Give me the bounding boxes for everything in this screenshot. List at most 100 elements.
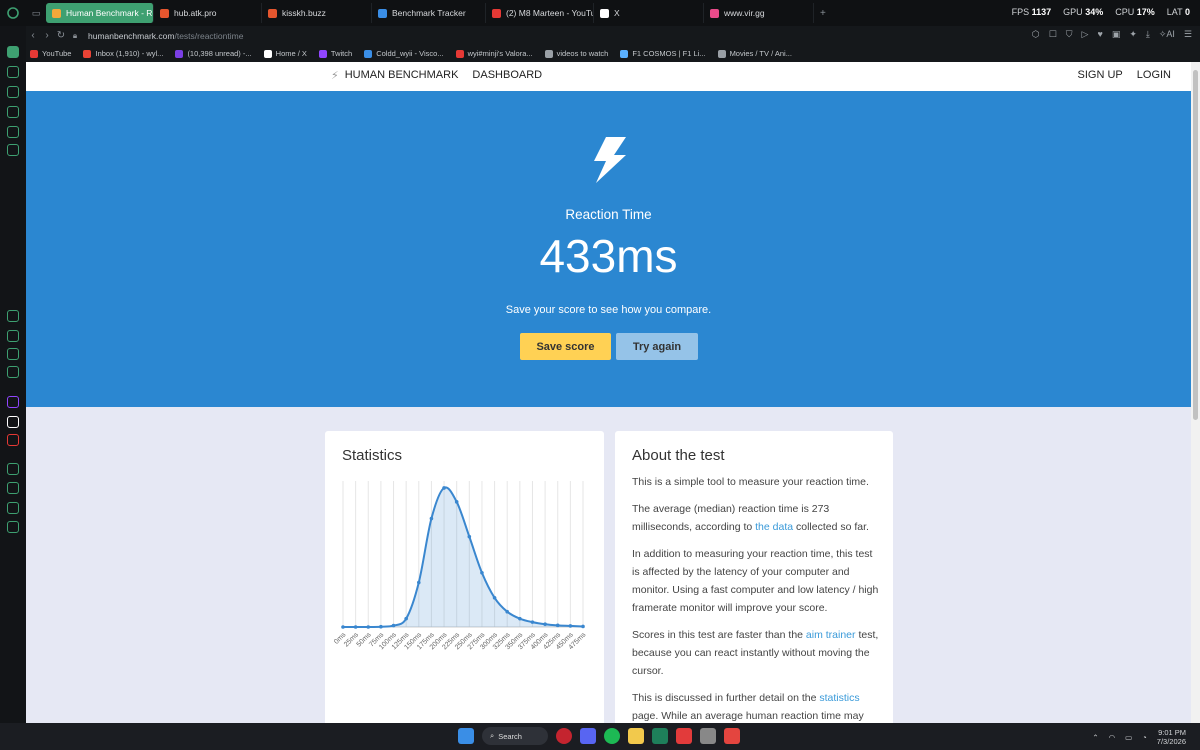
spotify-icon[interactable] <box>604 728 620 744</box>
discord-icon[interactable] <box>580 728 596 744</box>
about-paragraph: This is discussed in further detail on t… <box>632 692 864 722</box>
chevron-up-icon[interactable]: ⌃ <box>1092 733 1098 742</box>
sidebar-youtube-icon[interactable] <box>7 434 19 446</box>
tab-list: Human Benchmark - Reactio hub.atk.pro kiss… <box>46 3 814 23</box>
statistics-link[interactable]: statistics <box>819 692 859 704</box>
forward-icon[interactable]: › <box>40 30 54 41</box>
browser-tab[interactable]: (2) M8 Marteen - YouTube <box>486 3 594 23</box>
bookmark-favicon-icon <box>364 49 373 58</box>
about-card: About the test This is a simple tool to … <box>615 431 893 723</box>
download-icon[interactable]: ⤓ <box>1146 29 1150 40</box>
extensions-icon[interactable]: ✦ <box>1129 29 1137 40</box>
aim-trainer-link[interactable]: aim trainer <box>806 629 856 641</box>
lock-icon[interactable]: 🔒︎ <box>68 31 82 41</box>
heart-icon[interactable]: ♥ <box>1097 29 1102 40</box>
scrollbar-thumb[interactable] <box>1193 70 1198 420</box>
file-explorer-icon[interactable] <box>628 728 644 744</box>
url-field[interactable]: humanbenchmark.com/tests/reactiontime <box>88 31 243 41</box>
the-data-link[interactable]: the data <box>755 521 793 533</box>
statistics-card: Statistics 0ms 25ms 50ms 75ms 100ms 125ms 150m… <box>325 431 604 723</box>
save-score-button[interactable]: Save score <box>520 333 611 360</box>
opera-gx-taskbar-icon[interactable] <box>556 728 572 744</box>
bookmark-item[interactable]: Movies / TV / Ani... <box>717 49 792 58</box>
sidebar-player-icon[interactable] <box>7 463 19 475</box>
sidebar-twitch-icon[interactable] <box>7 396 19 408</box>
page-scrollbar[interactable] <box>1191 62 1200 723</box>
about-title: About the test <box>632 447 725 464</box>
wifi-icon[interactable]: ◠ <box>1109 733 1116 742</box>
sidebar-settings-icon[interactable] <box>7 521 19 533</box>
sidebar-leaf-icon[interactable] <box>7 86 19 98</box>
clock[interactable]: 9:01 PM 7/3/2026 <box>1157 728 1186 746</box>
sidebar-x-icon[interactable] <box>7 416 19 428</box>
browser-tab[interactable]: Human Benchmark - Reactio <box>46 3 154 23</box>
screen: ▭ Human Benchmark - Reactio hub.atk.pro ki… <box>0 0 1200 750</box>
browser-tab[interactable]: kisskh.buzz <box>262 3 372 23</box>
wallet-icon[interactable]: ▣ <box>1112 29 1121 40</box>
taskbar-search[interactable]: ⌕ Search <box>482 727 548 745</box>
sidebar-gaming-icon[interactable] <box>7 66 19 78</box>
bookmark-label: Movies / TV / Ani... <box>729 49 792 58</box>
app-gear-icon[interactable] <box>700 728 716 744</box>
bookmark-item[interactable]: Inbox (1,910) - wyl... <box>83 49 163 58</box>
menu-icon[interactable]: ☰ <box>1184 29 1192 40</box>
sidebar-crown-icon[interactable] <box>7 106 19 118</box>
sidebar-car-icon[interactable] <box>7 330 19 342</box>
bookmark-label: YouTube <box>42 49 72 58</box>
battery-icon[interactable]: ▭ <box>1125 733 1132 742</box>
sidebar-image-icon[interactable] <box>7 348 19 360</box>
browser-tab[interactable]: X <box>594 3 704 23</box>
bookmark-item[interactable]: videos to watch <box>544 49 608 58</box>
chart-point <box>480 570 484 575</box>
site-nav: ⚡︎ HUMAN BENCHMARK DASHBOARD SIGN UP LOG… <box>26 62 1191 91</box>
bookmark-item[interactable]: (10,398 unread) -... <box>175 49 252 58</box>
shield-icon[interactable]: ⛉ <box>1066 29 1073 40</box>
login-link[interactable]: LOGIN <box>1137 69 1171 81</box>
brand-link[interactable]: HUMAN BENCHMARK <box>345 69 459 82</box>
play-icon[interactable]: ▷ <box>1082 29 1089 40</box>
windows-start-icon[interactable] <box>458 728 474 744</box>
try-again-button[interactable]: Try again <box>616 333 698 360</box>
sidebar-home-icon[interactable] <box>7 46 19 58</box>
app-w-icon[interactable] <box>652 728 668 744</box>
bookmark-item[interactable]: Home / X <box>263 49 307 58</box>
back-icon[interactable]: ‹ <box>26 30 40 41</box>
address-bar: ‹ › ↻ 🔒︎ humanbenchmark.com/tests/reacti… <box>0 26 1200 45</box>
bookmark-item[interactable]: Twitch <box>318 49 353 58</box>
result-hero[interactable]: Reaction Time 433ms Save your score to s… <box>26 91 1191 407</box>
app-v-icon[interactable] <box>724 728 740 744</box>
app-red-icon[interactable] <box>676 728 692 744</box>
bookmark-icon[interactable]: ☐ <box>1049 29 1057 40</box>
reload-icon[interactable]: ↻ <box>54 30 68 41</box>
dashboard-link[interactable]: DASHBOARD <box>472 69 542 82</box>
browser-tab-strip: ▭ Human Benchmark - Reactio hub.atk.pro ki… <box>0 0 1200 26</box>
signup-link[interactable]: SIGN UP <box>1078 69 1123 81</box>
browser-tab[interactable]: hub.atk.pro <box>154 3 262 23</box>
browser-tab[interactable]: www.vir.gg <box>704 3 814 23</box>
bookmark-label: Home / X <box>275 49 307 58</box>
bookmark-item[interactable]: wyi#minji's Valora... <box>455 49 533 58</box>
sidebar-extensions-icon[interactable] <box>7 502 19 514</box>
tab-menu-icon[interactable]: ▭ <box>26 8 46 19</box>
bell-icon[interactable]: ◔ <box>1142 733 1147 742</box>
sidebar-history-icon[interactable] <box>7 482 19 494</box>
sidebar-hourglass-icon[interactable] <box>7 144 19 156</box>
bookmark-item[interactable]: YouTube <box>30 49 71 58</box>
bookmark-label: Coldd_wyii - Visco... <box>376 49 444 58</box>
sidebar-speed-icon[interactable] <box>7 310 19 322</box>
bookmark-item[interactable]: F1 COSMOS | F1 Li... <box>620 49 706 58</box>
tab-favicon-icon <box>600 8 609 18</box>
chart-point <box>404 616 408 621</box>
ai-button[interactable]: ✧AI <box>1159 29 1175 40</box>
tab-favicon-icon <box>52 8 61 18</box>
test-title: Reaction Time <box>565 207 652 222</box>
new-tab-button[interactable]: + <box>820 8 826 19</box>
bookmark-favicon-icon <box>455 49 464 58</box>
cube-icon[interactable]: ⬡ <box>1032 29 1040 40</box>
sidebar-screen-icon[interactable] <box>7 126 19 138</box>
bookmark-label: Twitch <box>330 49 353 58</box>
opera-logo-icon[interactable] <box>0 7 26 19</box>
bookmark-item[interactable]: Coldd_wyii - Visco... <box>364 49 444 58</box>
sidebar-m-icon[interactable] <box>7 366 19 378</box>
browser-tab[interactable]: Benchmark Tracker <box>372 3 486 23</box>
